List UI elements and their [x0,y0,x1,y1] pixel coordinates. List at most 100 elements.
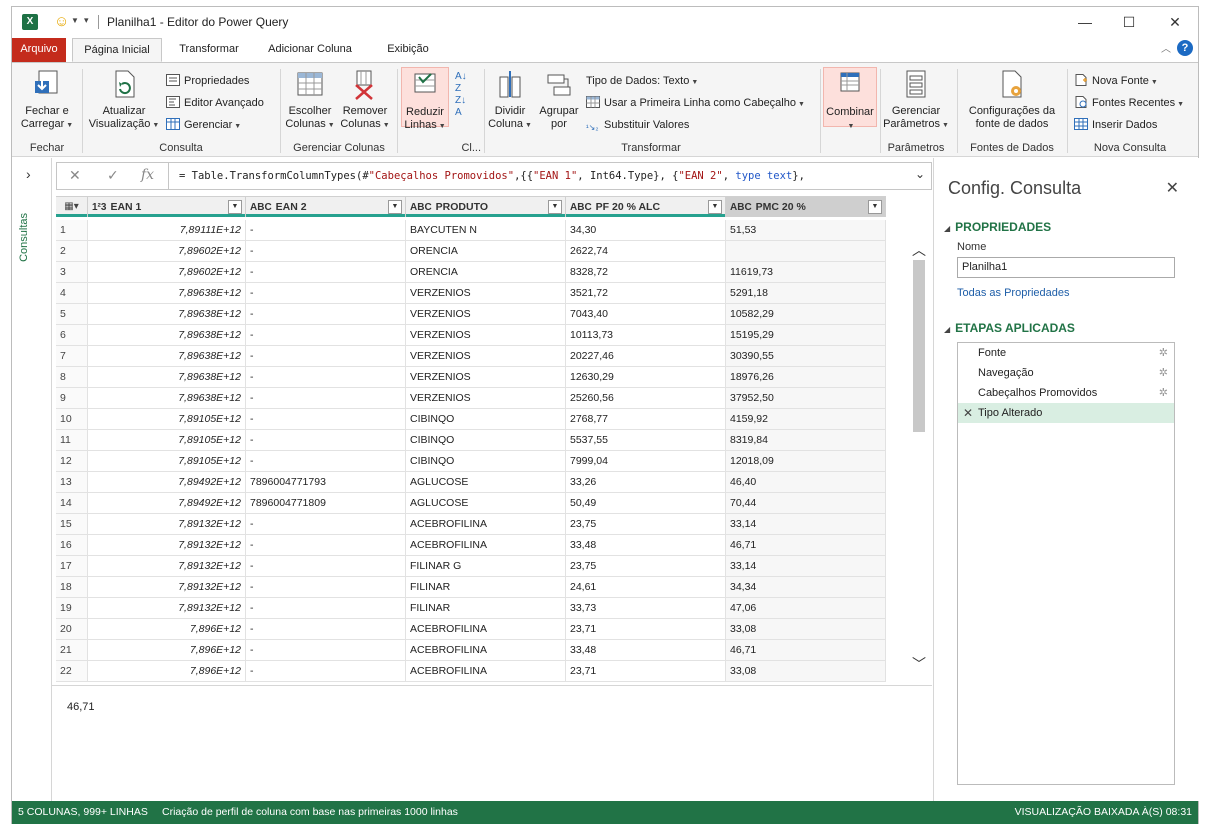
cell-ean1[interactable]: 7,89132E+12 [88,577,246,597]
table-row[interactable]: 16 7,89132E+12- ACEBROFILINA 33,48 46,71 [56,535,886,556]
cell-produto[interactable]: VERZENIOS [406,304,566,324]
cell-produto[interactable]: CIBINQO [406,451,566,471]
new-source-button[interactable]: Nova Fonte ▼ [1074,72,1158,90]
cell-ean1[interactable]: 7,89132E+12 [88,598,246,618]
cell-pmc[interactable]: 37952,50 [726,388,886,408]
formula-text[interactable]: = Table.TransformColumnTypes(#"Cabeçalho… [179,170,805,182]
minimize-button[interactable]: — [1070,12,1100,32]
filter-dropdown-icon[interactable]: ▼ [228,200,242,214]
cell-produto[interactable]: FILINAR [406,598,566,618]
cell-pmc[interactable]: 33,14 [726,556,886,576]
table-row[interactable]: 6 7,89638E+12- VERZENIOS 10113,73 15195,29 [56,325,886,346]
cell-ean2[interactable]: - [246,346,406,366]
all-properties-link[interactable]: Todas as Propriedades [957,287,1070,299]
cell-pmc[interactable]: 46,71 [726,640,886,660]
cell-pmc[interactable] [726,241,886,261]
cell-pmc[interactable]: 30390,55 [726,346,886,366]
maximize-button[interactable]: ☐ [1114,12,1144,32]
cell-ean2[interactable]: - [246,598,406,618]
cell-pmc[interactable]: 33,08 [726,619,886,639]
cell-produto[interactable]: VERZENIOS [406,388,566,408]
cell-produto[interactable]: ORENCIA [406,241,566,261]
cell-produto[interactable]: CIBINQO [406,430,566,450]
table-row[interactable]: 7 7,89638E+12- VERZENIOS 20227,46 30390,55 [56,346,886,367]
table-row[interactable]: 11 7,89105E+12- CIBINQO 5537,55 8319,84 [56,430,886,451]
column-header-produto[interactable]: ABC PRODUTO ▼ [406,197,566,217]
type-icon[interactable]: ABC [410,202,432,213]
cell-ean1[interactable]: 7,89602E+12 [88,262,246,282]
close-window-button[interactable]: ✕ [1160,12,1190,32]
cell-pf[interactable]: 23,75 [566,556,726,576]
cell-ean2[interactable]: 7896004771793 [246,472,406,492]
column-header-ean2[interactable]: ABC EAN 2 ▼ [246,197,406,217]
refresh-preview-button[interactable]: Atualizar Visualização ▼ [86,67,162,132]
table-row[interactable]: 4 7,89638E+12- VERZENIOS 3521,72 5291,18 [56,283,886,304]
cell-ean1[interactable]: 7,89132E+12 [88,514,246,534]
table-row[interactable]: 3 7,89602E+12- ORENCIA 8328,72 11619,73 [56,262,886,283]
cell-produto[interactable]: ACEBROFILINA [406,640,566,660]
cell-ean1[interactable]: 7,89638E+12 [88,346,246,366]
feedback-smiley-icon[interactable]: ☺ [54,13,69,30]
cell-produto[interactable]: AGLUCOSE [406,493,566,513]
filter-dropdown-icon[interactable]: ▼ [388,200,402,214]
table-row[interactable]: 8 7,89638E+12- VERZENIOS 12630,29 18976,26 [56,367,886,388]
tab-arquivo[interactable]: Arquivo [12,38,66,62]
cell-ean2[interactable]: - [246,409,406,429]
scroll-thumb[interactable] [913,260,925,432]
cell-pmc[interactable]: 46,40 [726,472,886,492]
cell-pmc[interactable]: 70,44 [726,493,886,513]
cell-produto[interactable]: VERZENIOS [406,283,566,303]
cell-ean2[interactable]: - [246,514,406,534]
cell-ean2[interactable]: - [246,451,406,471]
tab-exibicao[interactable]: Exibição [372,38,444,62]
manage-query-button[interactable]: Gerenciar ▼ [166,116,241,134]
table-row[interactable]: 13 7,89492E+12 7896004771793 AGLUCOSE 33,26 4… [56,472,886,493]
cell-ean1[interactable]: 7,896E+12 [88,661,246,681]
cell-produto[interactable]: VERZENIOS [406,346,566,366]
cell-ean1[interactable]: 7,89492E+12 [88,493,246,513]
table-row[interactable]: 5 7,89638E+12- VERZENIOS 7043,40 10582,29 [56,304,886,325]
gear-icon[interactable]: ✲ [1159,343,1168,363]
cell-ean1[interactable]: 7,89105E+12 [88,451,246,471]
cell-ean2[interactable]: - [246,556,406,576]
cell-pf[interactable]: 2622,74 [566,241,726,261]
close-and-load-button[interactable]: Fechar e Carregar ▼ [16,67,78,132]
cell-pf[interactable]: 34,30 [566,220,726,240]
cell-pf[interactable]: 7999,04 [566,451,726,471]
table-row[interactable]: 9 7,89638E+12- VERZENIOS 25260,56 37952,50 [56,388,886,409]
cell-pf[interactable]: 23,75 [566,514,726,534]
table-row[interactable]: 10 7,89105E+12- CIBINQO 2768,77 4159,92 [56,409,886,430]
cell-produto[interactable]: ACEBROFILINA [406,619,566,639]
cell-produto[interactable]: CIBINQO [406,409,566,429]
properties-section-header[interactable]: ◢ PROPRIEDADES [944,220,1051,234]
step-fonte[interactable]: Fonte ✲ [958,343,1174,363]
cell-ean2[interactable]: - [246,577,406,597]
table-row[interactable]: 22 7,896E+12- ACEBROFILINA 23,71 33,08 [56,661,886,682]
cell-pf[interactable]: 3521,72 [566,283,726,303]
cell-produto[interactable]: FILINAR G [406,556,566,576]
choose-columns-button[interactable]: Escolher Colunas ▼ [284,67,336,132]
group-by-button[interactable]: Agrupar por [536,67,582,131]
column-header-pmc[interactable]: ABC PMC 20 % ▼ [726,197,886,217]
tab-transformar[interactable]: Transformar [168,38,250,62]
cell-pf[interactable]: 23,71 [566,661,726,681]
type-icon[interactable]: ABC [570,202,592,213]
cell-pf[interactable]: 33,48 [566,535,726,555]
help-icon[interactable]: ? [1177,40,1193,56]
cell-ean1[interactable]: 7,89602E+12 [88,241,246,261]
vertical-scrollbar[interactable]: ︿ ﹀ [910,240,928,680]
filter-dropdown-icon[interactable]: ▼ [548,200,562,214]
cell-produto[interactable]: BAYCUTEN N [406,220,566,240]
cell-pmc[interactable]: 10582,29 [726,304,886,324]
cell-ean2[interactable]: - [246,304,406,324]
cell-pf[interactable]: 8328,72 [566,262,726,282]
cell-produto[interactable]: VERZENIOS [406,367,566,387]
cell-pmc[interactable]: 5291,18 [726,283,886,303]
data-source-settings-button[interactable]: Configurações da fonte de dados [962,67,1062,131]
cell-ean2[interactable]: - [246,535,406,555]
cell-produto[interactable]: ACEBROFILINA [406,661,566,681]
column-header-ean1[interactable]: 1²3 EAN 1 ▼ [88,197,246,217]
replace-values-button[interactable]: ¹↘₂ Substituir Valores [586,116,689,134]
cancel-formula-icon[interactable]: ✕ [69,167,81,184]
table-row[interactable]: 15 7,89132E+12- ACEBROFILINA 23,75 33,14 [56,514,886,535]
